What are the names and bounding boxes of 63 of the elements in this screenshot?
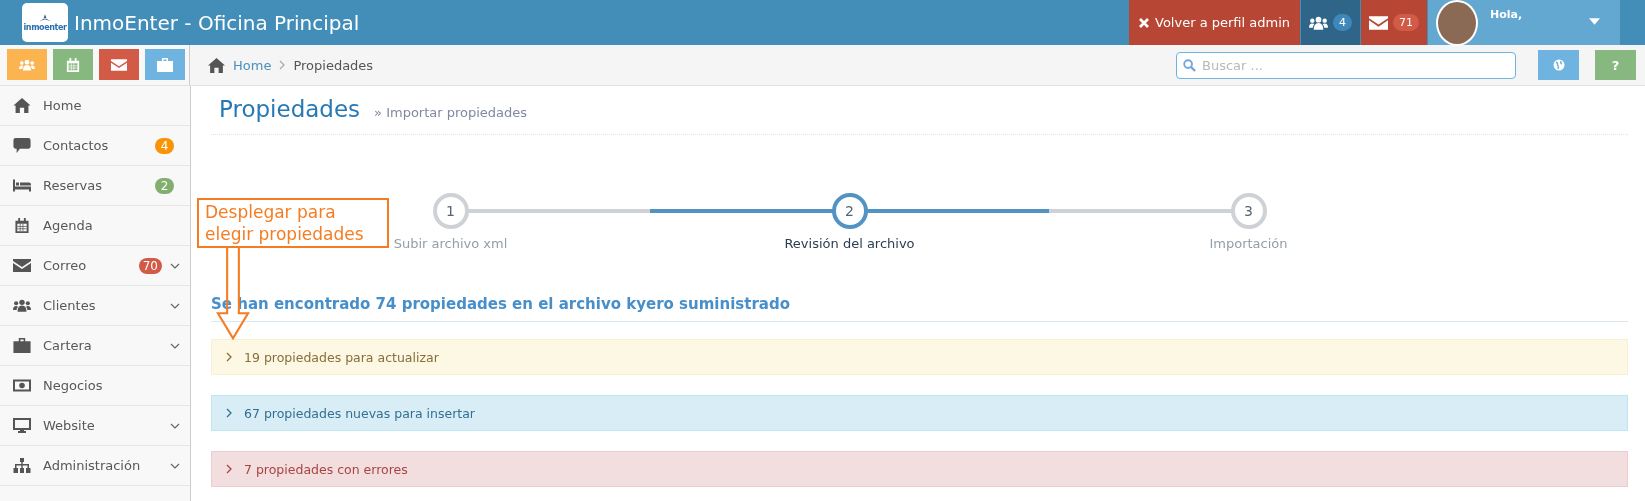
- calendar-icon: [65, 57, 81, 72]
- company-logo[interactable]: inmoenter: [22, 3, 68, 42]
- app-title: InmoEnter - Oficina Principal: [74, 10, 360, 35]
- users-count-badge: 4: [1333, 14, 1352, 31]
- page-title: Propiedades: [219, 96, 361, 122]
- users-icon: [19, 57, 35, 72]
- shortcut-button[interactable]: [99, 49, 139, 80]
- users-icon: [13, 298, 31, 313]
- chevron-right-icon: [279, 60, 286, 70]
- briefcase-icon: [13, 338, 31, 353]
- home-icon: [13, 98, 31, 113]
- caret-icon: [1589, 18, 1600, 25]
- speech-bubble-icon: [13, 138, 31, 153]
- chevron-right-icon: [226, 352, 232, 362]
- envelope-icon: [111, 57, 127, 72]
- envelope-icon: [1369, 15, 1388, 30]
- collapsible-panel[interactable]: 7 propiedades con errores: [211, 451, 1628, 487]
- banknote-icon: [13, 378, 31, 393]
- annotation-callout: Desplegar para elegir propiedades: [197, 198, 389, 248]
- step-circle: 2: [831, 193, 868, 229]
- step-label: Importación: [1209, 236, 1288, 251]
- sidebar-item[interactable]: Website: [0, 406, 190, 446]
- bed-icon: [13, 178, 31, 193]
- users-icon: [1309, 15, 1328, 30]
- count-badge: 2: [155, 177, 174, 194]
- sidebar-item[interactable]: Reservas 2: [0, 166, 190, 206]
- language-button[interactable]: [1538, 50, 1579, 80]
- messages-notification-button[interactable]: 71: [1361, 0, 1427, 45]
- chevron-right-icon: [226, 464, 232, 474]
- page-subtitle: » Importar propiedades: [374, 105, 528, 120]
- sidebar-item[interactable]: Contactos 4: [0, 126, 190, 166]
- collapsible-panel[interactable]: 67 propiedades nuevas para insertar: [211, 395, 1628, 431]
- globe-icon: [1552, 59, 1565, 71]
- sidebar-item[interactable]: Negocios: [0, 366, 190, 406]
- messages-count-badge: 71: [1393, 14, 1419, 31]
- monitor-icon: [13, 418, 31, 433]
- shortcut-button[interactable]: [145, 49, 185, 80]
- breadcrumb-current: Propiedades: [293, 57, 374, 73]
- sidebar-item[interactable]: Home: [0, 86, 190, 126]
- close-icon: [1139, 17, 1149, 28]
- shortcut-button[interactable]: [53, 49, 93, 80]
- count-badge: 70: [138, 257, 162, 274]
- step-label: Subir archivo xml: [393, 236, 508, 251]
- home-icon: [208, 57, 225, 73]
- sidebar-item[interactable]: Agenda: [0, 206, 190, 246]
- sidebar-item[interactable]: Clientes: [0, 286, 190, 326]
- step-circle: 3: [1230, 193, 1267, 229]
- calendar-icon: [13, 218, 31, 233]
- step-circle: 1: [432, 193, 469, 229]
- search-field[interactable]: Buscar ...: [1176, 51, 1516, 79]
- chevron-right-icon: [226, 408, 232, 418]
- sidebar-item[interactable]: Cartera: [0, 326, 190, 366]
- envelope-icon: [13, 258, 31, 273]
- back-to-admin-button[interactable]: Volver a perfil admin: [1129, 0, 1300, 45]
- step-label: Revisión del archivo: [784, 236, 915, 251]
- shortcut-button[interactable]: [7, 49, 47, 80]
- collapsible-panel[interactable]: 19 propiedades para actualizar: [211, 339, 1628, 375]
- count-badge: 4: [155, 137, 174, 154]
- sidebar-item[interactable]: Administración: [0, 446, 190, 486]
- briefcase-icon: [157, 57, 173, 72]
- users-notification-button[interactable]: 4: [1301, 0, 1360, 45]
- sitemap-icon: [13, 458, 31, 473]
- sidebar-item[interactable]: Correo 70: [0, 246, 190, 286]
